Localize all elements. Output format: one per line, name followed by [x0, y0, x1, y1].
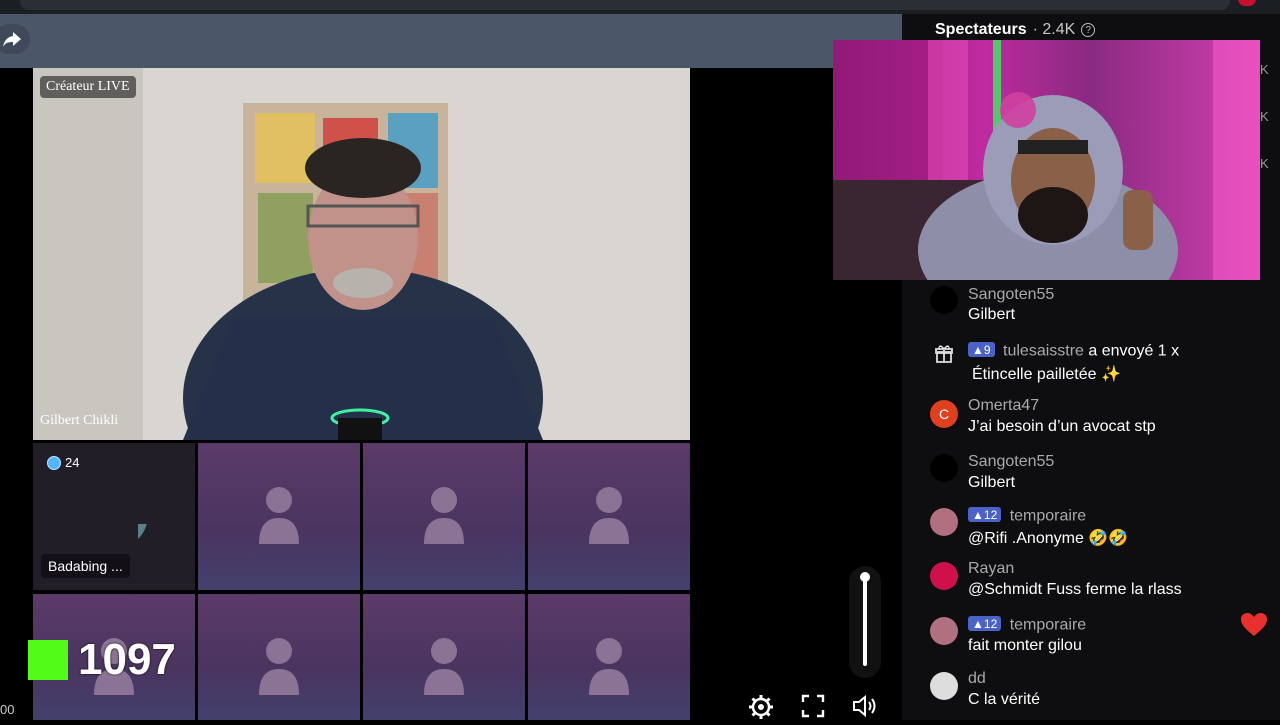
chat-username[interactable]: Sangoten55 — [968, 453, 1054, 471]
volume-knob[interactable] — [860, 572, 870, 582]
stream-top-bar — [0, 14, 902, 68]
chat-text: Gilbert — [968, 474, 1016, 491]
guest-tile-badabing[interactable]: 24 Badabing ... — [33, 443, 195, 590]
viewers-count: · 2.4K — [1032, 21, 1076, 38]
creator-live-badge: Créateur LIVE — [40, 76, 136, 98]
address-bar[interactable] — [20, 0, 1230, 10]
heart-icon[interactable] — [1240, 612, 1268, 643]
volume-icon — [853, 694, 876, 718]
person-placeholder-icon — [424, 487, 464, 544]
kick-logo-icon — [28, 640, 68, 680]
chat-username[interactable]: Omerta47 — [968, 397, 1039, 415]
chat-text: fait monter gilou — [968, 637, 1082, 654]
person-placeholder-icon — [259, 487, 299, 544]
gear-icon — [749, 695, 773, 719]
kick-counter: 1097 — [28, 635, 176, 685]
gift-action-text: a envoyé 1 x — [1088, 342, 1180, 360]
chat-username[interactable]: Rayan — [968, 560, 1014, 578]
fullscreen-icon — [801, 694, 825, 718]
avatar[interactable] — [930, 617, 958, 645]
side-count-2: K — [1260, 109, 1269, 124]
avatar[interactable] — [930, 508, 958, 536]
streamer-webcam-image — [833, 40, 1260, 280]
gift-icon — [930, 340, 958, 368]
chat-username-row: ▲ 12 temporaire — [968, 507, 1086, 526]
empty-seat[interactable] — [528, 594, 690, 720]
chat-username-row: ▲ 9 tulesaisstre a envoyé 1 x — [968, 342, 1179, 361]
avatar[interactable] — [930, 672, 958, 700]
chat-username[interactable]: dd — [968, 670, 986, 688]
empty-seat[interactable] — [198, 443, 360, 590]
chat-text: Gilbert — [968, 306, 1016, 323]
side-count-3: K — [1260, 156, 1269, 171]
chat-text: @Schmidt Fuss ferme la rlass — [968, 581, 1182, 598]
empty-seat[interactable] — [528, 443, 690, 590]
chat-text: @Rifi .Anonyme 🤣🤣 — [968, 530, 1129, 547]
chat-username[interactable]: Sangoten55 — [968, 286, 1054, 304]
counter-value: 1097 — [78, 635, 176, 684]
chat-username[interactable]: temporaire — [1010, 508, 1086, 525]
main-guest-video[interactable]: Créateur LIVE Gilbert Chikli — [33, 68, 690, 440]
person-placeholder-icon — [259, 638, 299, 695]
volume-button[interactable] — [852, 694, 878, 723]
chat-username[interactable]: tulesaisstre — [1003, 343, 1084, 360]
level-badge: ▲ 12 — [968, 616, 1002, 631]
avatar[interactable] — [930, 286, 958, 314]
volume-track — [863, 578, 867, 666]
share-icon — [3, 32, 21, 47]
side-count-1: K — [1260, 62, 1269, 77]
guest-video-image — [33, 68, 690, 440]
chat-username[interactable]: temporaire — [1010, 617, 1086, 634]
settings-button[interactable] — [748, 694, 774, 725]
guest-level-badge: 24 — [47, 455, 79, 470]
fullscreen-button[interactable] — [801, 694, 825, 723]
volume-slider[interactable] — [849, 566, 881, 678]
person-placeholder-icon — [589, 487, 629, 544]
level-badge: ▲ 12 — [968, 507, 1002, 522]
chat-text: C la vérité — [968, 691, 1041, 708]
viewers-label: Spectateurs — [935, 21, 1027, 38]
guest-name-label: Gilbert Chikli — [40, 413, 119, 428]
empty-seat[interactable] — [363, 443, 525, 590]
empty-seat[interactable] — [363, 594, 525, 720]
share-button[interactable] — [0, 24, 30, 54]
level-badge: ▲ 9 — [968, 342, 995, 357]
streamer-webcam — [833, 40, 1260, 280]
avatar[interactable] — [930, 562, 958, 590]
left-edge-text: 00 — [0, 702, 15, 717]
chat-text: Étincelle pailletée ✨ — [972, 366, 1121, 383]
chat-text: J’ai besoin d’un avocat stp — [968, 418, 1156, 435]
empty-seat[interactable] — [198, 594, 360, 720]
person-placeholder-icon — [424, 638, 464, 695]
help-icon[interactable]: ? — [1081, 23, 1096, 37]
chat-username-row: ▲ 12 temporaire — [968, 616, 1086, 635]
level-icon — [47, 455, 61, 470]
avatar[interactable] — [930, 454, 958, 482]
viewers-header: Spectateurs · 2.4K ? — [935, 21, 1096, 39]
avatar[interactable]: C — [930, 400, 958, 428]
guest-level: 24 — [65, 455, 80, 470]
guest-name-label: Badabing ... — [41, 554, 130, 578]
person-placeholder-icon — [589, 638, 629, 695]
avatar — [80, 481, 148, 549]
